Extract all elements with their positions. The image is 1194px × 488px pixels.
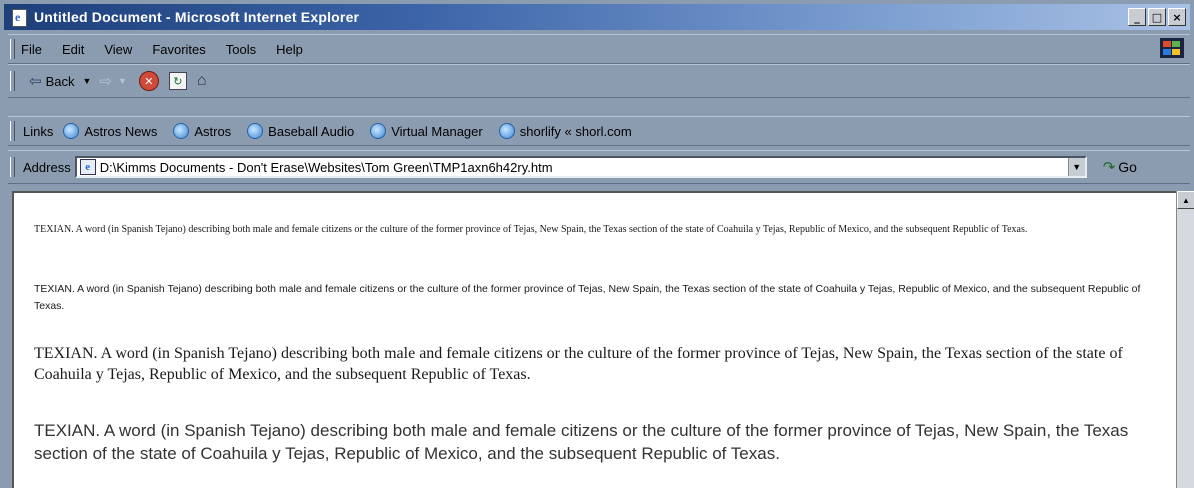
link-label: Virtual Manager (391, 123, 483, 139)
menu-bar: File Edit View Favorites Tools Help (8, 34, 1190, 64)
address-bar: Address e D:\Kimms Documents - Don't Era… (8, 150, 1190, 184)
go-label: Go (1118, 159, 1137, 175)
back-button[interactable]: ⇦ Back (29, 72, 74, 90)
window-title: Untitled Document - Microsoft Internet E… (34, 9, 360, 25)
address-url[interactable]: D:\Kimms Documents - Don't Erase\Website… (100, 160, 553, 175)
links-bar: Links Astros News Astros Baseball Audio … (8, 116, 1190, 146)
link-baseball-audio[interactable]: Baseball Audio (247, 123, 354, 139)
ie-link-icon (498, 123, 515, 139)
ie-link-icon (63, 123, 80, 139)
vertical-scrollbar[interactable]: ▲ (1176, 191, 1194, 488)
forward-dropdown-icon[interactable]: ▼ (118, 76, 127, 86)
go-button[interactable]: ↷ Go (1103, 158, 1137, 176)
back-dropdown-icon[interactable]: ▼ (82, 76, 91, 86)
forward-button[interactable]: ⇨ (99, 72, 112, 90)
link-virtual-manager[interactable]: Virtual Manager (370, 123, 483, 139)
scroll-up-arrow-icon[interactable]: ▲ (1177, 191, 1194, 209)
ie-link-icon (173, 123, 190, 139)
linksbar-grip[interactable] (10, 121, 15, 141)
link-label: Baseball Audio (268, 123, 355, 139)
menu-favorites[interactable]: Favorites (152, 42, 205, 57)
addressbar-grip[interactable] (10, 157, 15, 177)
refresh-button[interactable]: ↻ (168, 72, 187, 90)
page-icon: e (79, 159, 96, 175)
address-dropdown-icon[interactable]: ▼ (1067, 158, 1085, 176)
back-arrow-icon: ⇦ (29, 73, 42, 90)
toolbar-grip[interactable] (10, 71, 15, 91)
ie-page-icon: e (10, 8, 28, 27)
paragraph-small-serif: TEXIAN. A word (in Spanish Tejano) descr… (34, 224, 1028, 235)
menu-edit[interactable]: Edit (62, 42, 84, 57)
link-label: Astros News (84, 123, 158, 139)
links-label: Links (23, 123, 54, 139)
window-controls: _ □ × (1128, 8, 1186, 26)
close-button[interactable]: × (1168, 8, 1186, 26)
menu-file[interactable]: File (21, 42, 42, 57)
ie-link-icon (247, 123, 264, 139)
back-label: Back (45, 73, 75, 89)
ie-link-icon (370, 123, 387, 139)
browser-window: e Untitled Document - Microsoft Internet… (0, 0, 1194, 488)
paragraph-large-sans: TEXIAN. A word (in Spanish Tejano) descr… (34, 421, 1129, 463)
link-label: shorlify « shorl.com (519, 123, 632, 139)
link-label: Astros (194, 123, 232, 139)
paragraph-large-serif: TEXIAN. A word (in Spanish Tejano) descr… (34, 345, 1123, 383)
menu-tools[interactable]: Tools (226, 42, 256, 57)
home-button[interactable]: ⌂ (197, 72, 207, 90)
standard-toolbar: ⇦ Back ▼ ⇨ ▼ ✕ ↻ ⌂ (8, 64, 1190, 98)
address-input[interactable]: e D:\Kimms Documents - Don't Erase\Websi… (74, 156, 1087, 178)
link-shorlify[interactable]: shorlify « shorl.com (498, 123, 632, 139)
windows-logo-icon (1160, 38, 1184, 58)
go-arrow-icon: ↷ (1102, 159, 1116, 176)
minimize-button[interactable]: _ (1128, 8, 1146, 26)
menubar-grip[interactable] (10, 39, 15, 59)
stop-button[interactable]: ✕ (138, 71, 159, 91)
menu-view[interactable]: View (104, 42, 132, 57)
link-astros[interactable]: Astros (173, 123, 231, 139)
paragraph-small-sans: TEXIAN. A word (in Spanish Tejano) descr… (34, 283, 1141, 312)
address-label: Address (23, 159, 71, 175)
maximize-button[interactable]: □ (1148, 8, 1166, 26)
menu-help[interactable]: Help (276, 42, 303, 57)
title-bar[interactable]: e Untitled Document - Microsoft Internet… (4, 4, 1190, 30)
link-astros-news[interactable]: Astros News (63, 123, 157, 139)
page-content[interactable]: TEXIAN. A word (in Spanish Tejano) descr… (12, 191, 1176, 488)
